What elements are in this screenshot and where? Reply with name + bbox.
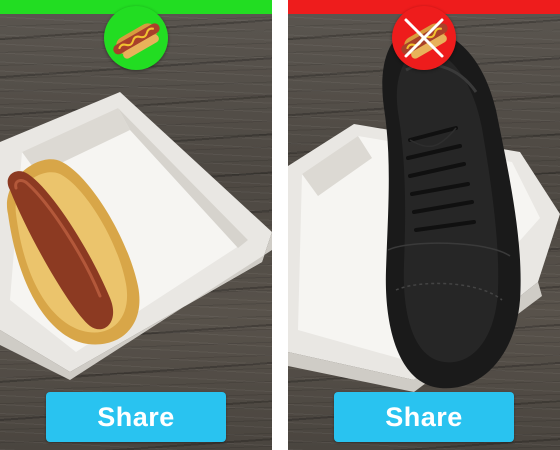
approved-badge (104, 6, 168, 70)
hotdog-icon (113, 23, 160, 59)
share-button-shoe[interactable]: Share (334, 392, 514, 442)
crossed-out-hotdog-icon (401, 18, 448, 59)
hotdog-panel: Share (0, 0, 272, 450)
share-button-hotdog[interactable]: Share (46, 392, 226, 442)
panel-divider (272, 0, 288, 450)
rejected-badge (392, 6, 456, 70)
shoe-panel: Share (288, 0, 560, 450)
